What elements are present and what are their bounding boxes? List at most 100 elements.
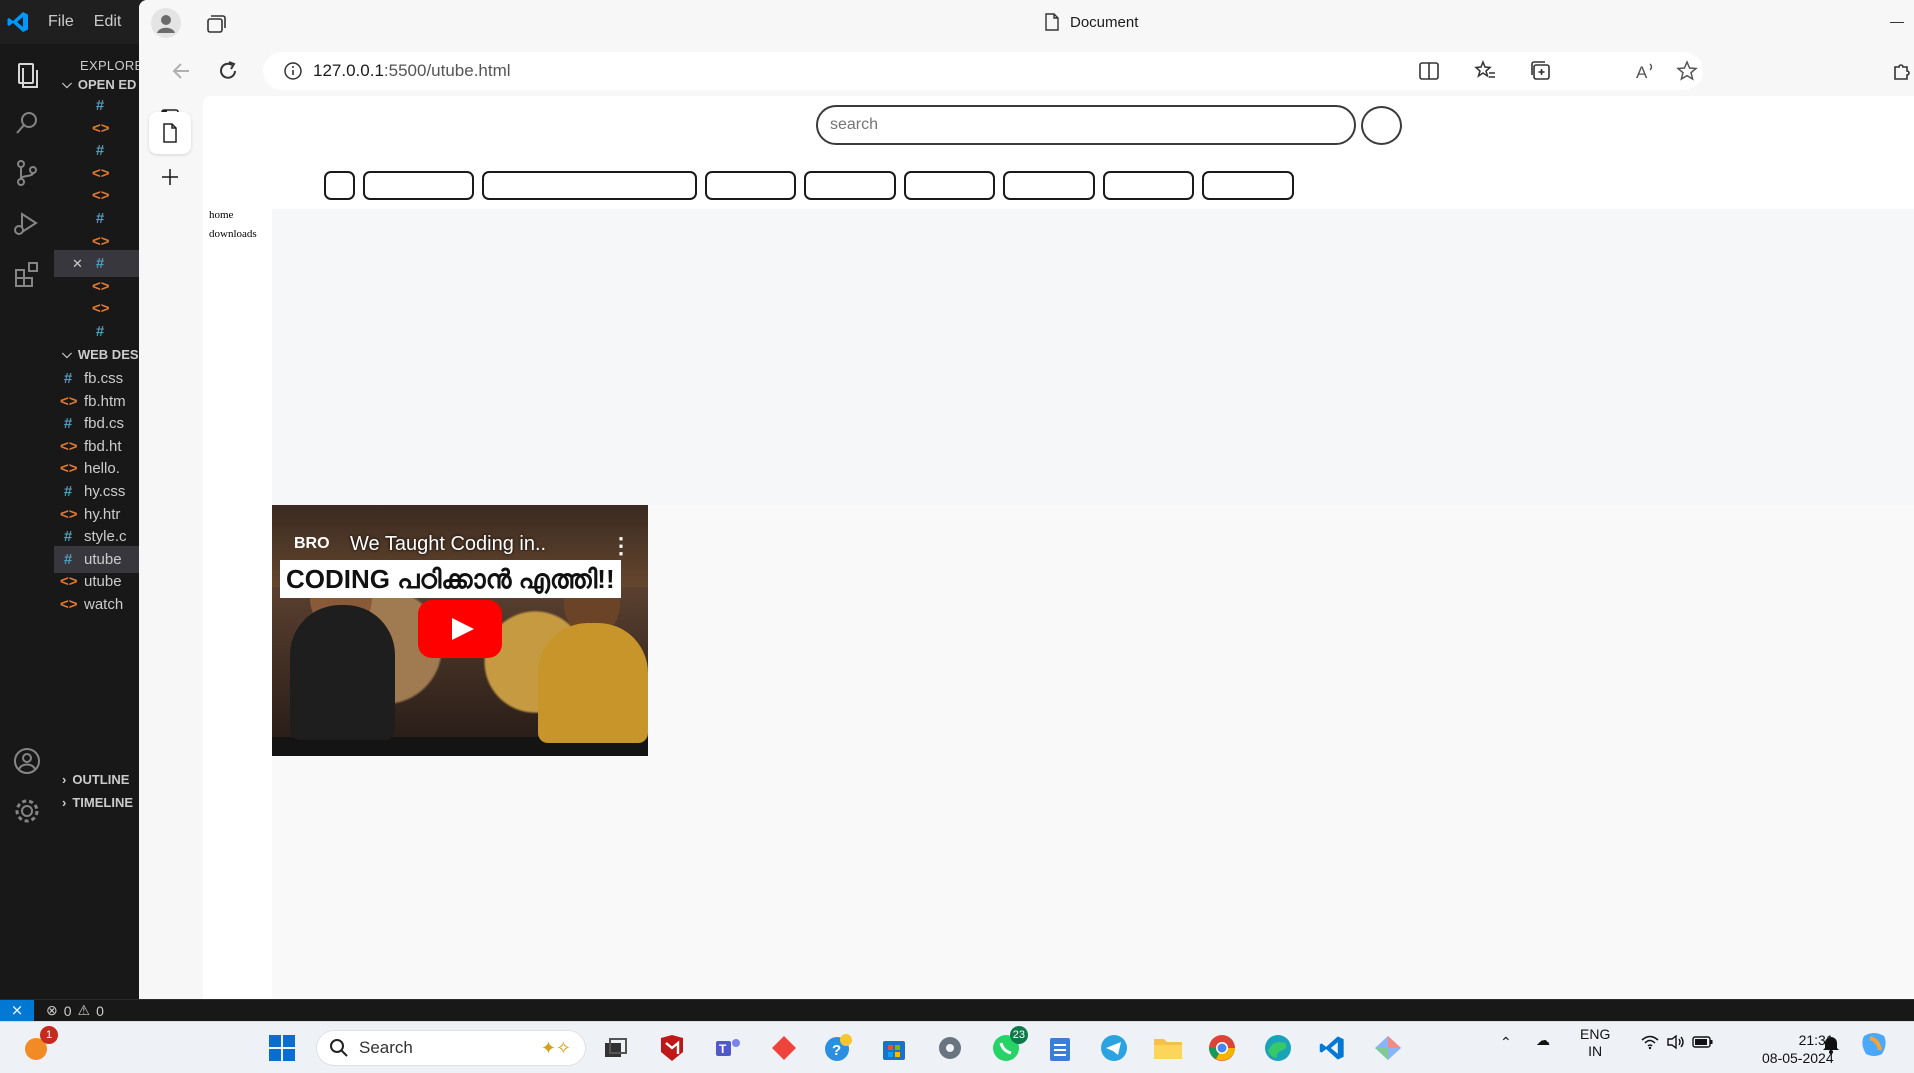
volume-icon[interactable] (1666, 1034, 1686, 1053)
run-debug-icon[interactable] (10, 206, 44, 240)
vscode-status-bar: ⨯ ⊗ 0 ⚠ 0 (0, 999, 1914, 1022)
page-sidebar: home downloads (209, 206, 257, 244)
read-aloud-icon[interactable]: A (1633, 59, 1657, 83)
teams-icon[interactable]: T (712, 1032, 744, 1064)
vertical-tab-document[interactable] (149, 112, 191, 154)
file-name: hy.css (84, 483, 126, 500)
html-file-icon: <> (60, 460, 78, 478)
vscode-taskbar-icon[interactable] (1316, 1032, 1348, 1064)
mcafee-icon[interactable] (656, 1032, 688, 1064)
refresh-icon[interactable] (215, 58, 241, 84)
channel-logo[interactable]: BRO (294, 535, 330, 553)
video-title[interactable]: We Taught Coding in.. (350, 533, 546, 556)
open-editors-header[interactable]: ⌵ OPEN ED (62, 76, 136, 92)
tab-title[interactable]: Document (1044, 13, 1138, 31)
category-chip[interactable] (1202, 171, 1294, 200)
minimize-button[interactable] (1890, 22, 1904, 23)
onedrive-cloud-icon[interactable]: ☁ (1536, 1032, 1550, 1049)
chrome-icon[interactable] (1206, 1032, 1238, 1064)
favorite-star-icon[interactable] (1675, 59, 1699, 83)
video-thumbnail-caption: CODING പഠിക്കാൻ എത്തി!! (280, 560, 621, 598)
html-file-icon: <> (92, 232, 110, 250)
extensions-puzzle-icon[interactable] (1889, 59, 1913, 83)
whatsapp-icon[interactable]: 23 (990, 1026, 1028, 1064)
plus-icon (162, 169, 178, 185)
search-input[interactable] (816, 105, 1356, 145)
category-chip[interactable] (804, 171, 896, 200)
html-file-icon: <> (60, 573, 78, 591)
category-chip[interactable] (904, 171, 995, 200)
new-tab-button[interactable] (149, 156, 191, 198)
vertical-tab-panel (139, 96, 203, 1010)
microsoft-store-icon[interactable] (878, 1032, 910, 1064)
file-name: fb.css (84, 370, 124, 387)
category-chip[interactable] (1103, 171, 1194, 200)
copilot-icon[interactable] (1858, 1028, 1890, 1063)
more-options-icon[interactable]: ⋮ (610, 533, 632, 559)
language-indicator[interactable]: ENG IN (1580, 1026, 1610, 1060)
close-icon[interactable]: ✕ (72, 256, 83, 272)
colorful-app-icon[interactable] (1372, 1032, 1404, 1064)
extensions-icon[interactable] (10, 256, 44, 290)
menu-file[interactable]: File (48, 13, 74, 31)
files-icon[interactable] (10, 58, 44, 92)
html-file-icon: <> (92, 164, 110, 182)
split-screen-icon[interactable] (1417, 59, 1441, 83)
sidebar-link-home[interactable]: home (209, 206, 257, 225)
notification-bell-icon[interactable] (1822, 1034, 1840, 1057)
open-editor-item[interactable]: # (54, 318, 140, 345)
error-icon: ⊗ (46, 1002, 58, 1018)
outline-header[interactable]: › OUTLINE (62, 772, 129, 787)
collections-icon[interactable] (1529, 59, 1553, 83)
warning-icon: ⚠ (77, 1002, 91, 1018)
edge-icon[interactable] (1262, 1032, 1294, 1064)
weather-widget-icon[interactable]: 1 (20, 1026, 58, 1064)
task-view-icon[interactable] (600, 1032, 632, 1064)
file-name: utube (84, 573, 122, 591)
back-arrow-icon[interactable] (169, 58, 195, 84)
vscode-logo-icon (7, 12, 28, 32)
site-info-icon[interactable] (283, 61, 303, 81)
settings-gear-icon[interactable] (10, 794, 44, 828)
file-explorer-icon[interactable] (1152, 1032, 1184, 1064)
chevron-down-icon: ⌵ (62, 346, 72, 361)
start-button-icon[interactable] (266, 1032, 298, 1064)
notepad-icon[interactable] (1044, 1032, 1076, 1064)
favorites-icon[interactable] (1473, 59, 1497, 83)
sidebar-link-downloads[interactable]: downloads (209, 225, 257, 244)
category-chip[interactable] (363, 171, 474, 200)
category-chip[interactable] (482, 171, 697, 200)
settings-gear-icon[interactable] (934, 1032, 966, 1064)
category-chip[interactable] (705, 171, 796, 200)
play-button-icon[interactable] (418, 600, 502, 658)
workspace-header[interactable]: ⌵ WEB DES (62, 346, 139, 362)
help-app-icon[interactable]: ? (822, 1032, 854, 1064)
url-text[interactable]: 127.0.0.1:5500/utube.html (313, 61, 511, 81)
css-file-icon: # (95, 142, 105, 160)
anydesk-icon[interactable] (768, 1032, 800, 1064)
battery-icon[interactable] (1692, 1035, 1714, 1052)
youtube-embed[interactable]: CODING പഠിക്കാൻ എത്തി!! BRO We Taught Co… (272, 505, 648, 756)
wifi-icon[interactable] (1640, 1034, 1660, 1053)
timeline-header[interactable]: › TIMELINE (62, 795, 133, 810)
category-chip[interactable] (324, 171, 355, 200)
problems-indicator[interactable]: ⊗ 0 ⚠ 0 (46, 1002, 104, 1019)
tab-actions-icon[interactable] (203, 12, 227, 36)
chevron-up-icon[interactable]: ⌃ (1500, 1034, 1512, 1051)
source-control-icon[interactable] (10, 156, 44, 190)
taskbar-search[interactable]: Search ✦✧ (316, 1030, 586, 1066)
css-file-icon: # (63, 550, 73, 568)
menu-edit[interactable]: Edit (94, 13, 122, 31)
search-button[interactable] (1361, 106, 1402, 145)
browser-toolbar: 127.0.0.1:5500/utube.html A (139, 46, 1914, 96)
html-file-icon: <> (92, 187, 110, 205)
profile-avatar-icon[interactable] (151, 8, 181, 38)
search-icon[interactable] (10, 106, 44, 140)
file-item[interactable]: <> watch (54, 591, 140, 618)
account-icon[interactable] (10, 744, 44, 778)
telegram-icon[interactable] (1098, 1032, 1130, 1064)
remote-indicator-icon[interactable]: ⨯ (0, 1000, 34, 1022)
search-icon (330, 1039, 348, 1057)
category-chip[interactable] (1003, 171, 1095, 200)
chevron-right-icon: › (62, 772, 67, 787)
